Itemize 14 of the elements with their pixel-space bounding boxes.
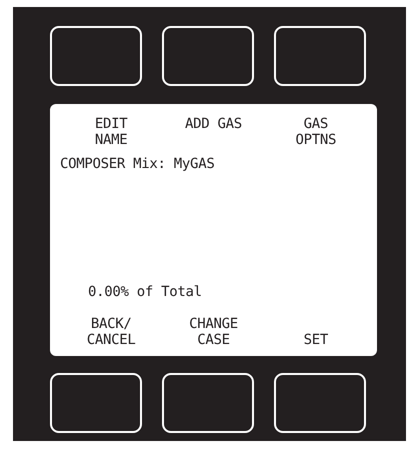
soft-key-button[interactable] [274,26,366,86]
softkey-label: BACK/ CANCEL [86,316,136,348]
screen-title: COMPOSER Mix: MyGAS [60,156,214,172]
total-percent: 0.00% of Total [88,284,202,300]
softkey-label: ADD GAS [185,116,242,134]
softkey-label: GAS OPTNS [296,116,336,148]
soft-key-button[interactable] [162,26,254,86]
softkey-label: CHANGE CASE [189,316,238,348]
soft-key-button[interactable] [50,373,142,433]
soft-key-button[interactable] [274,373,366,433]
softkey-label: EDIT NAME [94,116,128,148]
softkey-label: SET [304,332,328,348]
soft-key-button[interactable] [162,373,254,433]
soft-key-button[interactable] [50,26,142,86]
